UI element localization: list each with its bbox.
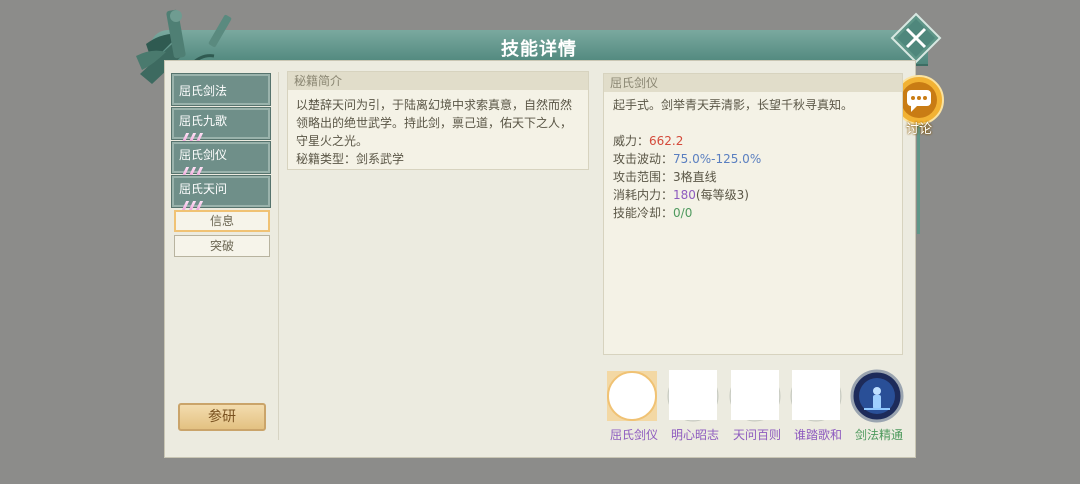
detail-heading: 屈氏剑仪 bbox=[604, 74, 902, 92]
window-title: 技能详情 bbox=[501, 39, 577, 60]
swordsman-icon bbox=[850, 369, 904, 423]
skill-name-2: 明心昭志 bbox=[670, 428, 719, 442]
research-button[interactable]: 参研 bbox=[178, 403, 266, 431]
stat-cooldown: 技能冷却：0/0 bbox=[613, 204, 893, 222]
stat-value: 75.0%-125.0% bbox=[673, 152, 762, 166]
break-button[interactable]: 突破 bbox=[174, 235, 270, 257]
skill-image-placeholder bbox=[792, 370, 840, 420]
stat-power: 威力：662.2 bbox=[613, 132, 893, 150]
manual-type: 秘籍类型：剑系武学 bbox=[296, 150, 580, 168]
manual-type-value: 剑系武学 bbox=[356, 152, 405, 166]
skill-slot-4[interactable] bbox=[789, 369, 843, 423]
detail-body: 起手式。剑举青天弄清影，长望千秋寻真知。 威力：662.2 攻击波动：75.0%… bbox=[604, 92, 902, 222]
stat-label: 攻击波动： bbox=[613, 152, 674, 166]
tab-skill-4[interactable]: 屈氏天问 bbox=[171, 175, 271, 210]
close-button[interactable] bbox=[890, 12, 942, 64]
skill-slot-1[interactable] bbox=[605, 369, 659, 423]
info-button[interactable]: 信息 bbox=[174, 210, 270, 232]
tab-skill-2[interactable]: 屈氏九歌 bbox=[171, 107, 271, 142]
skill-slot-2[interactable] bbox=[666, 369, 720, 423]
tab-skill-3[interactable]: 屈氏剑仪 bbox=[171, 141, 271, 176]
skill-name-5: 剑法精通 bbox=[854, 428, 903, 442]
skill-name-4: 谁踏歌和 bbox=[793, 428, 842, 442]
skill-detail-box: 屈氏剑仪 起手式。剑举青天弄清影，长望千秋寻真知。 威力：662.2 攻击波动：… bbox=[603, 73, 903, 355]
stat-label: 技能冷却： bbox=[613, 206, 674, 220]
stat-label: 威力： bbox=[613, 134, 650, 148]
skill-tab-list: 屈氏剑法 屈氏九歌 屈氏剑仪 屈氏天问 信息 突破 参研 bbox=[171, 72, 272, 442]
skill-frame-icon bbox=[607, 371, 657, 421]
manual-type-label: 秘籍类型： bbox=[296, 152, 357, 166]
column-divider bbox=[278, 72, 279, 440]
skill-name-3: 天问百则 bbox=[732, 428, 781, 442]
stat-label: 消耗内力： bbox=[613, 188, 674, 202]
stat-value: 3格直线 bbox=[673, 170, 717, 184]
intro-heading: 秘籍简介 bbox=[288, 72, 588, 90]
skill-name-1: 屈氏剑仪 bbox=[609, 428, 658, 442]
stat-cost: 消耗内力：180(每等级3) bbox=[613, 186, 893, 204]
skill-image-placeholder bbox=[731, 370, 779, 420]
intro-body: 以楚辞天问为引，于陆离幻境中求索真意，自然而然领略出的绝世武学。持此剑，禀己道，… bbox=[288, 90, 588, 168]
skill-slot-5[interactable] bbox=[850, 369, 904, 423]
intro-text: 以楚辞天问为引，于陆离幻境中求索真意，自然而然领略出的绝世武学。持此剑，禀己道，… bbox=[296, 98, 573, 148]
tab-skill-1[interactable]: 屈氏剑法 bbox=[171, 73, 271, 106]
skill-description: 起手式。剑举青天弄清影，长望千秋寻真知。 bbox=[613, 98, 854, 112]
stat-value: 662.2 bbox=[649, 134, 684, 148]
skill-image-placeholder bbox=[669, 370, 717, 420]
stat-range: 攻击范围：3格直线 bbox=[613, 168, 893, 186]
stat-extra: (每等级3) bbox=[695, 188, 749, 202]
manual-intro-box: 秘籍简介 以楚辞天问为引，于陆离幻境中求索真意，自然而然领略出的绝世武学。持此剑… bbox=[287, 71, 589, 170]
stat-value: 0/0 bbox=[673, 206, 693, 220]
tab-label: 屈氏剑法 bbox=[179, 84, 228, 98]
close-icon bbox=[890, 12, 942, 64]
stat-wave: 攻击波动：75.0%-125.0% bbox=[613, 150, 893, 168]
stat-label: 攻击范围： bbox=[613, 170, 674, 184]
skill-slot-3[interactable] bbox=[728, 369, 782, 423]
stat-value: 180 bbox=[673, 188, 696, 202]
